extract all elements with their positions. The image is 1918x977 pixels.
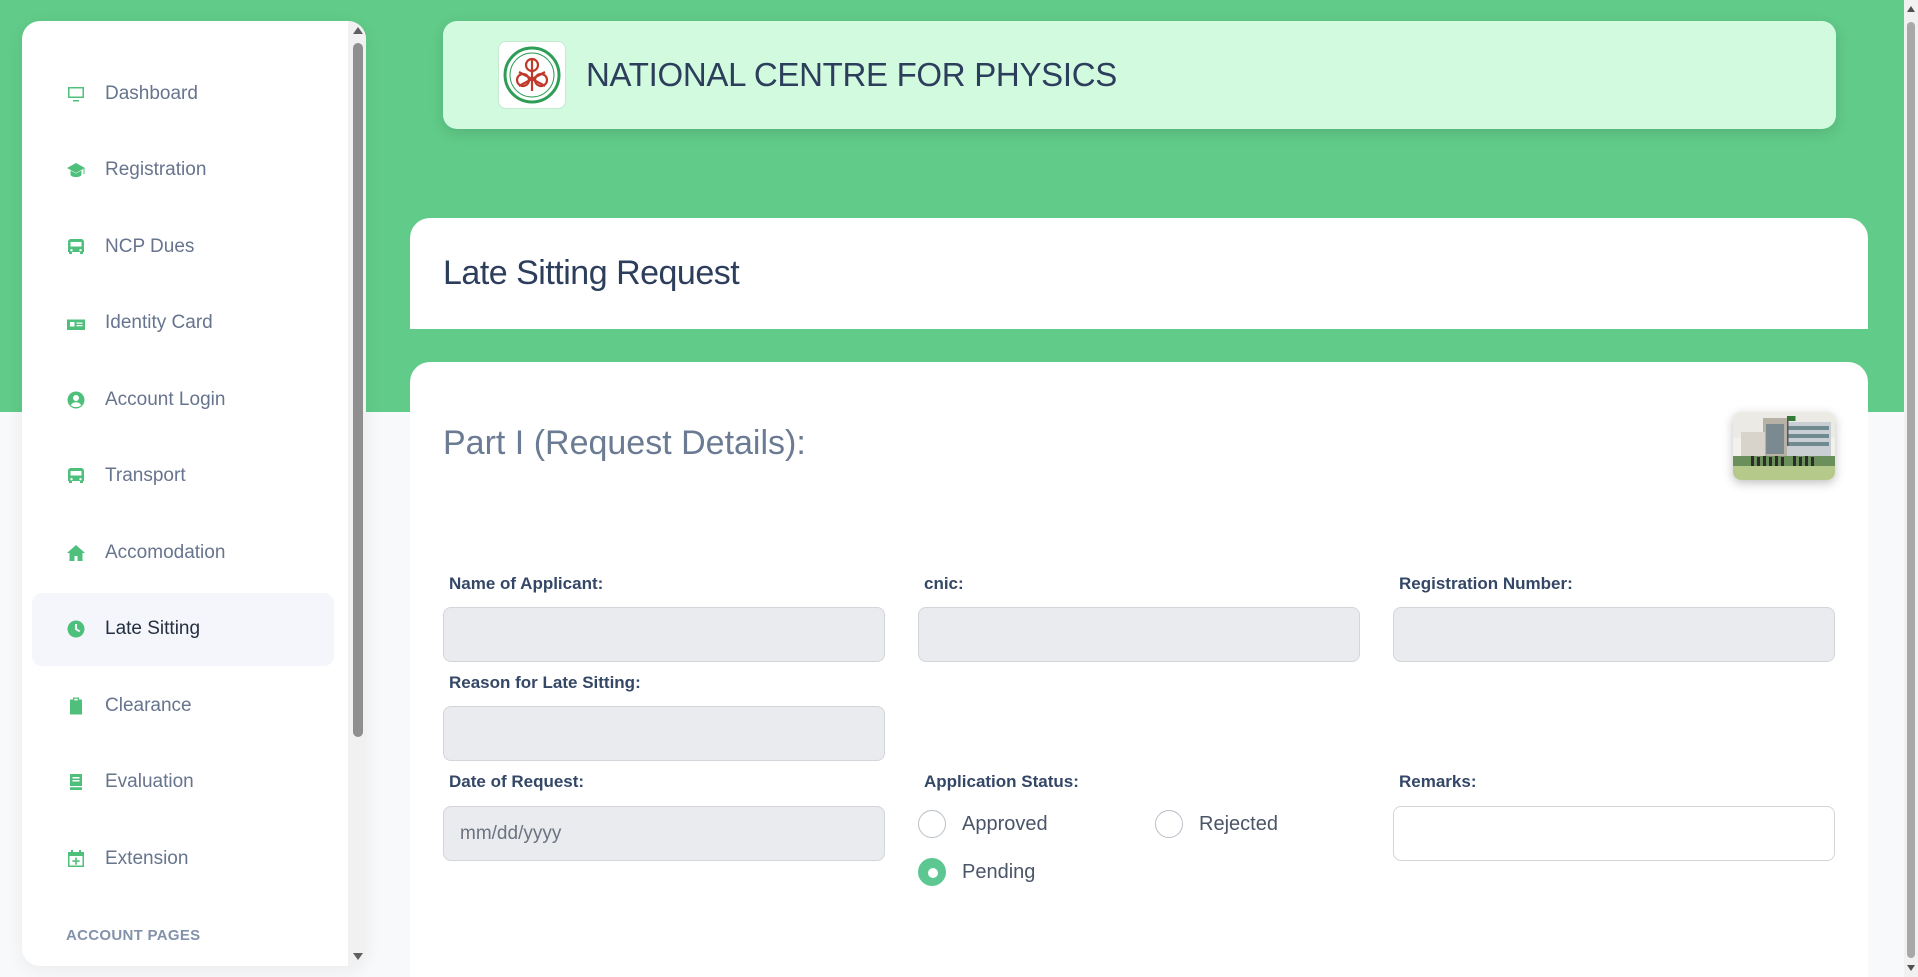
sidebar-item-account-login[interactable]: Account Login xyxy=(32,363,334,436)
radio-label: Approved xyxy=(962,812,1048,835)
building-photo xyxy=(1733,412,1835,480)
sidebar-scrollbar[interactable] xyxy=(348,21,366,966)
sidebar-item-label: NCP Dues xyxy=(105,235,195,257)
site-title: NATIONAL CENTRE FOR PHYSICS xyxy=(586,56,1117,93)
scroll-up-arrow-icon[interactable] xyxy=(1907,6,1915,12)
reason-for-late-sitting-input[interactable] xyxy=(443,706,885,761)
request-form-card: Part I (Request Details): Name of Applic… xyxy=(410,362,1868,977)
home-icon xyxy=(65,542,87,564)
sidebar-item-registration[interactable]: Registration xyxy=(32,134,334,207)
scroll-up-arrow-icon[interactable] xyxy=(353,27,363,34)
radio-circle[interactable] xyxy=(918,858,946,886)
sidebar-item-identity-card[interactable]: Identity Card xyxy=(32,287,334,360)
id-card-icon xyxy=(65,312,87,334)
sidebar-item-late-sitting[interactable]: Late Sitting xyxy=(32,592,334,666)
sidebar-item-label: Late Sitting xyxy=(105,618,201,639)
remarks-input[interactable] xyxy=(1393,806,1835,861)
reason-label: Reason for Late Sitting: xyxy=(449,673,641,692)
sidebar-item-label: Evaluation xyxy=(105,771,194,792)
sidebar-item-label: Dashboard xyxy=(105,82,198,104)
user-circle-icon xyxy=(65,389,87,411)
scroll-down-arrow-icon[interactable] xyxy=(353,953,363,960)
sidebar-item-transport[interactable]: Transport xyxy=(32,440,334,513)
sidebar-scrollbar-thumb[interactable] xyxy=(353,43,363,737)
remarks-label: Remarks: xyxy=(1399,772,1477,791)
name-label: Name of Applicant: xyxy=(449,574,604,593)
radio-circle[interactable] xyxy=(1155,810,1183,838)
sidebar-item-label: Account Login xyxy=(105,388,226,410)
radio-label: Pending xyxy=(962,860,1036,883)
page-title: Late Sitting Request xyxy=(443,254,740,292)
clipboard-icon xyxy=(65,695,87,717)
application-status-label: Application Status: xyxy=(924,772,1079,791)
calendar-plus-icon xyxy=(65,848,87,870)
sidebar: Dashboard Registration NCP Dues Identity… xyxy=(22,21,366,966)
registration-number-input[interactable] xyxy=(1393,607,1835,662)
sidebar-item-label: Clearance xyxy=(105,694,192,716)
sidebar-item-accomodation[interactable]: Accomodation xyxy=(32,516,334,589)
name-of-applicant-input[interactable] xyxy=(443,607,885,662)
page-scrollbar-thumb[interactable] xyxy=(1907,22,1915,958)
sidebar-nav: Dashboard Registration NCP Dues Identity… xyxy=(32,57,334,899)
status-rejected-radio[interactable]: Rejected xyxy=(1155,810,1278,838)
scroll-down-arrow-icon[interactable] xyxy=(1907,965,1915,971)
sidebar-item-evaluation[interactable]: Evaluation xyxy=(32,746,334,819)
sidebar-item-label: Transport xyxy=(105,465,186,486)
bus-icon xyxy=(65,465,87,487)
app-header: NATIONAL CENTRE FOR PHYSICS xyxy=(443,21,1836,129)
date-of-request-label: Date of Request: xyxy=(449,772,585,791)
radio-label: Rejected xyxy=(1199,812,1278,835)
page-title-card: Late Sitting Request xyxy=(410,218,1868,329)
cnic-label: cnic: xyxy=(924,574,964,593)
status-pending-radio[interactable]: Pending xyxy=(918,858,1035,886)
page-scrollbar[interactable] xyxy=(1904,0,1918,977)
monitor-icon xyxy=(65,83,87,105)
ncp-logo-icon xyxy=(498,41,566,109)
sidebar-item-extension[interactable]: Extension xyxy=(32,822,334,895)
book-icon xyxy=(65,771,87,793)
sidebar-item-label: Accomodation xyxy=(105,541,226,563)
sidebar-item-label: Extension xyxy=(105,847,189,869)
sidebar-item-label: Identity Card xyxy=(105,312,213,333)
cnic-input[interactable] xyxy=(918,607,1360,662)
date-of-request-input[interactable]: mm/dd/yyyy xyxy=(443,806,885,861)
sidebar-item-label: Registration xyxy=(105,159,207,180)
status-approved-radio[interactable]: Approved xyxy=(918,810,1048,838)
sidebar-section-title: ACCOUNT PAGES xyxy=(66,927,201,944)
sidebar-item-ncp-dues[interactable]: NCP Dues xyxy=(32,210,334,283)
radio-circle[interactable] xyxy=(918,810,946,838)
section-heading: Part I (Request Details): xyxy=(443,424,806,462)
graduation-cap-icon xyxy=(65,159,87,181)
sidebar-item-clearance[interactable]: Clearance xyxy=(32,669,334,742)
sidebar-item-dashboard[interactable]: Dashboard xyxy=(32,57,334,130)
registration-number-label: Registration Number: xyxy=(1399,574,1573,593)
bus-icon xyxy=(65,236,87,258)
clock-icon xyxy=(65,618,87,640)
